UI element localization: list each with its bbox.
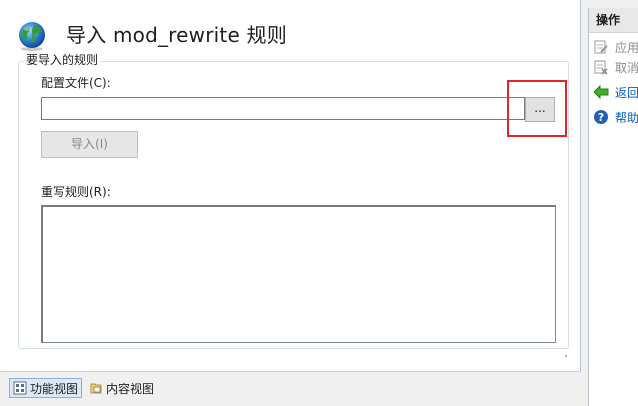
bottom-view-bar: 功能视图 内容视图 — [0, 374, 587, 406]
globe-icon — [19, 22, 45, 51]
tab-content-view-label: 内容视图 — [106, 381, 155, 396]
apply-icon — [594, 40, 608, 54]
action-help-label: 帮助 — [615, 110, 638, 125]
action-back[interactable]: 返回 — [593, 83, 638, 101]
tab-content-view[interactable]: 内容视图 — [86, 378, 157, 398]
rewrite-rules-textarea[interactable] — [41, 205, 556, 343]
page-title: 导入 mod_rewrite 规则 — [66, 23, 287, 47]
actions-panel-title: 操作 — [589, 8, 638, 33]
action-cancel-label: 取消 — [615, 60, 638, 75]
cancel-icon — [594, 60, 608, 75]
svg-text:?: ? — [598, 111, 604, 124]
action-cancel[interactable]: 取消 — [593, 58, 638, 76]
actions-panel: 操作 应用 取消 返回 ? 帮助 — [588, 8, 638, 406]
help-icon: ? — [594, 110, 608, 124]
config-file-label: 配置文件(C): — [41, 76, 111, 90]
resize-grip — [565, 355, 567, 357]
browse-button[interactable]: ... — [525, 97, 555, 122]
rewrite-rules-label: 重写规则(R): — [41, 185, 111, 199]
tab-feature-view-label: 功能视图 — [30, 381, 79, 396]
action-apply-label: 应用 — [615, 40, 638, 55]
back-arrow-icon — [593, 84, 609, 100]
feature-view-icon — [13, 381, 27, 395]
content-view-icon — [90, 383, 102, 394]
config-file-input[interactable] — [41, 97, 525, 120]
action-help[interactable]: ? 帮助 — [593, 108, 638, 126]
import-button[interactable]: 导入(I) — [41, 131, 138, 158]
action-apply[interactable]: 应用 — [593, 38, 638, 56]
groupbox-legend: 要导入的规则 — [24, 53, 101, 67]
tab-feature-view[interactable]: 功能视图 — [9, 378, 83, 398]
action-back-label: 返回 — [615, 85, 638, 100]
main-panel: 导入 mod_rewrite 规则 要导入的规则 配置文件(C): ... 导入… — [0, 0, 581, 372]
